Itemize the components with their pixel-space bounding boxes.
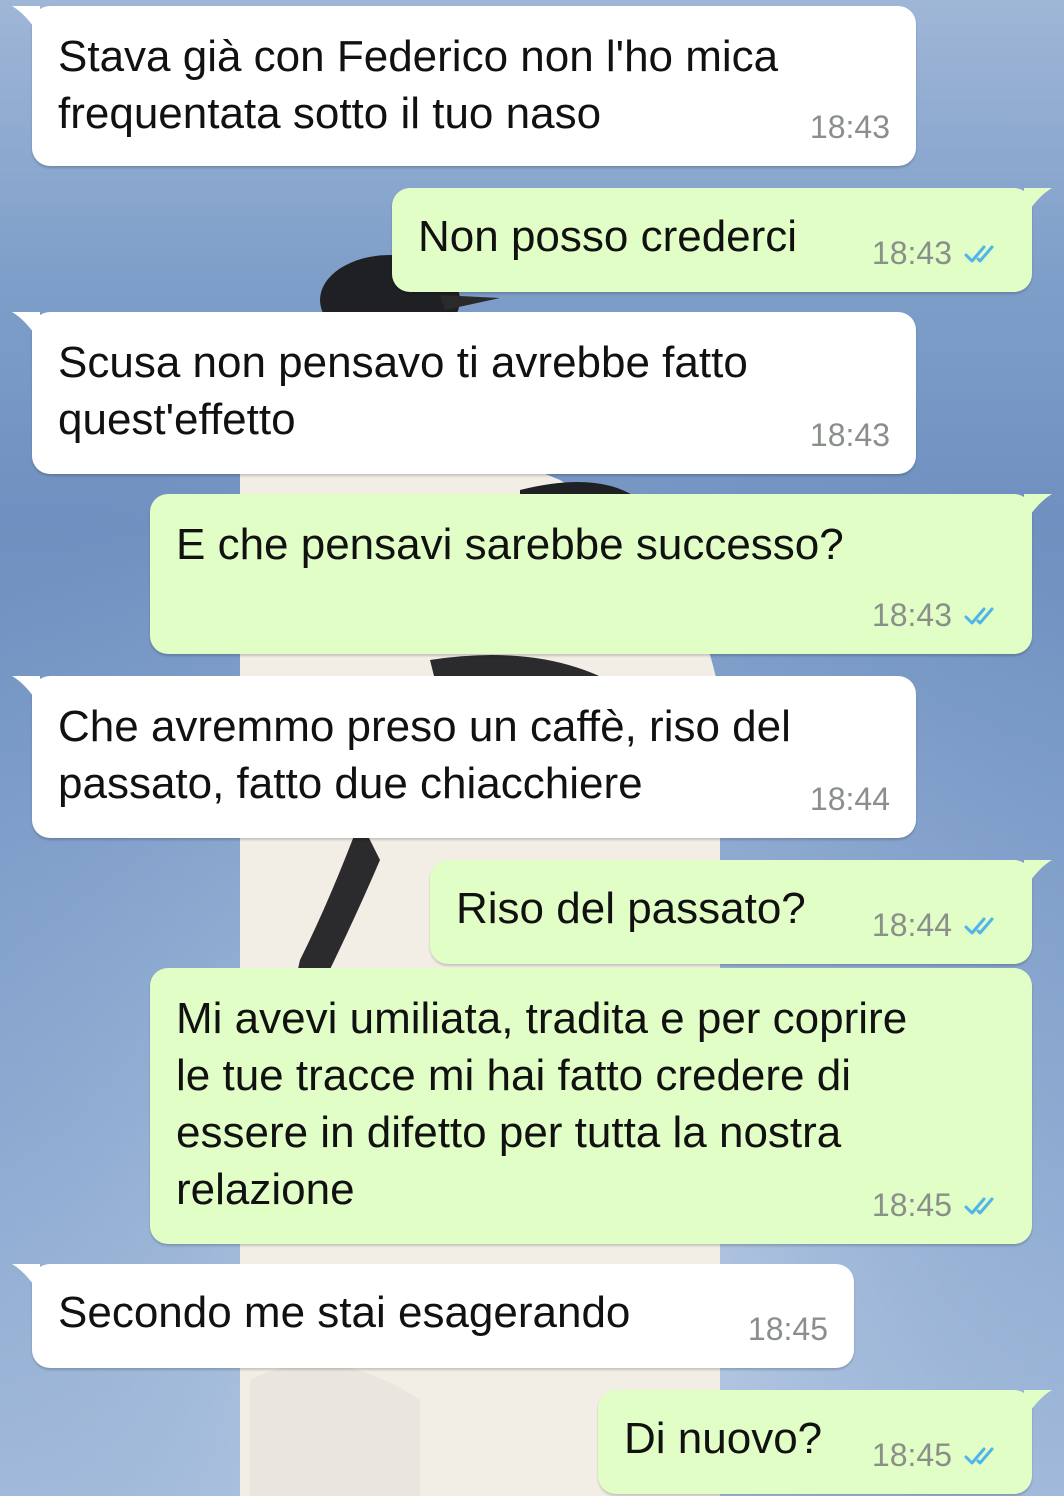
message-bubble-incoming[interactable]: Che avremmo preso un caffè, riso del pas…	[12, 676, 916, 838]
bubble-tail	[12, 6, 40, 36]
message-bubble-incoming[interactable]: Scusa non pensavo ti avrebbe fatto quest…	[12, 312, 916, 474]
message-time: 18:43	[871, 597, 952, 633]
message-time: 18:43	[809, 109, 890, 145]
message-meta: 18:43	[810, 417, 890, 454]
double-check-icon	[964, 1197, 994, 1214]
message-text: E che pensavi sarebbe successo?	[176, 520, 844, 569]
message-time: 18:45	[871, 1187, 952, 1223]
message-meta: 18:45	[872, 1437, 1006, 1474]
message-bubble-outgoing[interactable]: Non posso crederci 18:43	[392, 188, 1052, 292]
message-meta: 18:45	[748, 1311, 828, 1348]
message-bubble-outgoing[interactable]: Di nuovo? 18:45	[598, 1390, 1052, 1494]
message-bubble-incoming[interactable]: Secondo me stai esagerando 18:45	[12, 1264, 854, 1368]
bubble-tail	[12, 1264, 40, 1294]
message-bubble-outgoing[interactable]: E che pensavi sarebbe successo? 18:43	[150, 494, 1052, 654]
bubble-tail	[1024, 494, 1052, 524]
double-check-icon	[964, 245, 994, 262]
message-text: Scusa non pensavo ti avrebbe fatto quest…	[58, 338, 748, 444]
message-meta: 18:44	[810, 781, 890, 818]
message-text: Secondo me stai esagerando	[58, 1288, 631, 1337]
bubble-tail	[1024, 860, 1052, 890]
double-check-icon	[964, 917, 994, 934]
message-text: Stava già con Federico non l'ho mica fre…	[58, 32, 779, 138]
message-text: Che avremmo preso un caffè, riso del pas…	[58, 702, 791, 808]
bubble-tail	[12, 676, 40, 706]
message-time: 18:45	[871, 1437, 952, 1473]
message-bubble-outgoing[interactable]: Riso del passato? 18:44	[430, 860, 1052, 964]
message-time: 18:45	[747, 1311, 828, 1347]
bubble-tail	[1024, 1390, 1052, 1420]
message-text: Mi avevi umiliata, tradita e per coprire…	[176, 994, 908, 1214]
message-time: 18:44	[809, 781, 890, 817]
message-bubble-outgoing[interactable]: Mi avevi umiliata, tradita e per coprire…	[150, 968, 1032, 1244]
double-check-icon	[964, 1447, 994, 1464]
message-meta: 18:44	[872, 907, 1006, 944]
message-time: 18:43	[809, 417, 890, 453]
message-meta: 18:43	[872, 235, 1006, 272]
bubble-tail	[12, 312, 40, 342]
message-meta: 18:43	[872, 597, 1006, 634]
message-bubble-incoming[interactable]: Stava già con Federico non l'ho mica fre…	[12, 6, 916, 166]
message-time: 18:44	[871, 907, 952, 943]
bubble-tail	[1024, 188, 1052, 218]
message-time: 18:43	[871, 235, 952, 271]
message-meta: 18:45	[872, 1187, 1006, 1224]
message-meta: 18:43	[810, 109, 890, 146]
double-check-icon	[964, 607, 994, 624]
